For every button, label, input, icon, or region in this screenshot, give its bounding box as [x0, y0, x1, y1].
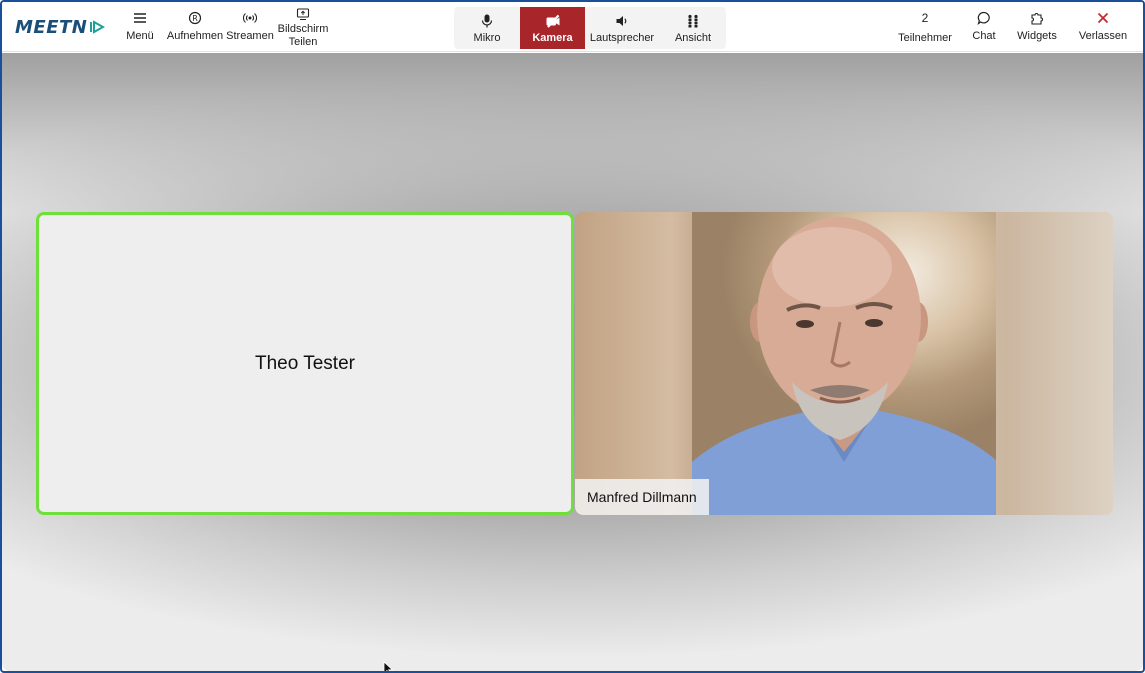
- leave-label: Verlassen: [1078, 30, 1128, 42]
- microphone-icon: [481, 14, 493, 27]
- puzzle-icon: [1031, 13, 1043, 25]
- camera-label: Kamera: [532, 31, 573, 44]
- participants-label: Teilnehmer: [898, 32, 952, 44]
- mouse-cursor-icon: [383, 661, 394, 671]
- chat-label: Chat: [972, 30, 996, 42]
- screen-share-icon: [296, 8, 310, 21]
- record-label: Aufnehmen: [166, 30, 224, 42]
- participant-tile-theo[interactable]: Theo Tester: [36, 212, 574, 515]
- microphone-button[interactable]: Mikro: [454, 7, 520, 49]
- screen-share-label-line1: Bildschirm: [277, 23, 329, 35]
- menu-button[interactable]: Menü: [122, 6, 158, 50]
- participant-video: [692, 212, 996, 515]
- hamburger-icon: [134, 13, 146, 23]
- leave-button[interactable]: Verlassen: [1072, 6, 1134, 50]
- broadcast-icon: [243, 13, 257, 23]
- logo-text: MEETN: [15, 16, 88, 38]
- video-stage: Theo Tester Manfred Dillmann: [2, 53, 1143, 671]
- top-toolbar: MEETN Menü R Aufnehmen Streamen Bildschi…: [2, 2, 1143, 52]
- logo-play-icon: [90, 20, 106, 34]
- view-label: Ansicht: [674, 31, 712, 44]
- speaker-label: Lautsprecher: [589, 31, 655, 44]
- screen-share-label-line2: Teilen: [288, 36, 318, 48]
- participant-name: Theo Tester: [255, 352, 355, 374]
- meeting-window: MEETN Menü R Aufnehmen Streamen Bildschi…: [0, 0, 1145, 673]
- participant-name-tag: Manfred Dillmann: [575, 479, 709, 515]
- record-button[interactable]: R Aufnehmen: [166, 6, 224, 50]
- view-button[interactable]: Ansicht: [660, 7, 726, 49]
- chat-bubble-icon: [977, 11, 990, 25]
- participants-button[interactable]: 2 Teilnehmer: [895, 6, 955, 50]
- widgets-button[interactable]: Widgets: [1013, 6, 1061, 50]
- svg-text:R: R: [192, 14, 198, 23]
- media-controls: Mikro Kamera Lautsprecher Ansicht: [454, 7, 726, 49]
- stage-gradient: [2, 53, 1143, 213]
- camera-button[interactable]: Kamera: [520, 7, 585, 49]
- camera-off-icon: [546, 14, 559, 28]
- stream-button[interactable]: Streamen: [226, 6, 274, 50]
- record-icon: R: [188, 11, 202, 25]
- speaker-button[interactable]: Lautsprecher: [585, 7, 659, 49]
- screen-share-button[interactable]: Bildschirm Teilen: [276, 4, 330, 48]
- participant-name: Manfred Dillmann: [587, 489, 697, 505]
- participant-tile-manfred[interactable]: Manfred Dillmann: [575, 212, 1113, 515]
- close-icon: [1097, 12, 1109, 24]
- participant-count: 2: [921, 11, 929, 25]
- microphone-label: Mikro: [473, 31, 501, 44]
- chat-button[interactable]: Chat: [966, 6, 1002, 50]
- menu-label: Menü: [126, 30, 154, 42]
- widgets-label: Widgets: [1017, 30, 1057, 42]
- meetn-logo[interactable]: MEETN: [15, 16, 106, 38]
- speaker-icon: [616, 15, 627, 26]
- stream-label: Streamen: [226, 30, 274, 42]
- participant-portrait: [692, 217, 996, 515]
- grid-view-icon: [688, 14, 698, 27]
